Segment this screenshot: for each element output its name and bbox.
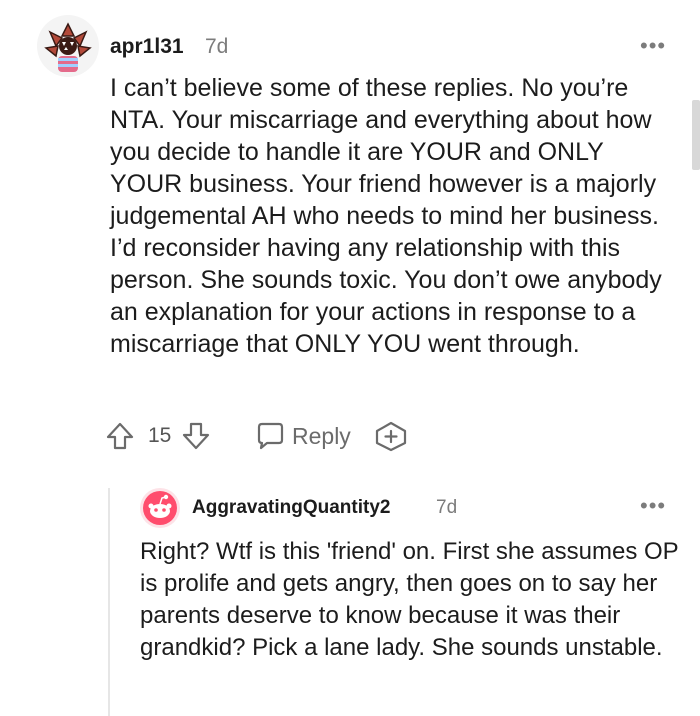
comment-body: I can’t believe some of these replies. N… [110,74,662,358]
award-button[interactable] [374,420,408,452]
comment-timestamp: 7d [205,35,229,58]
reply-author[interactable]: AggravatingQuantity2 [192,497,390,519]
vote-count: 15 [148,424,171,448]
upvote-arrow-icon [106,422,134,450]
reply-avatar[interactable] [140,488,180,528]
scrollbar[interactable] [692,100,700,170]
reply-bubble-icon [257,422,284,450]
thread-line[interactable] [108,488,110,716]
award-plus-icon [375,421,407,452]
avatar-snoo-icon [140,488,180,528]
vote-count-text: 15 [148,424,172,447]
avatar[interactable] [36,14,100,78]
reply-timestamp: 7d [436,497,458,518]
reply-label: Reply [292,422,351,449]
comment-thread: apr1l31 7d ••• I can’t believe some of t… [0,0,700,716]
avatar-demogorgon-icon [37,15,99,77]
comment-author[interactable]: apr1l31 [110,35,184,59]
upvote-button[interactable] [104,420,136,452]
reply-more-options-icon[interactable]: ••• [640,495,666,517]
reply-button[interactable]: Reply [254,420,351,452]
more-options-icon[interactable]: ••• [640,35,666,57]
reply-body: Right? Wtf is this 'friend' on. First sh… [140,538,679,661]
downvote-button[interactable] [180,420,212,452]
downvote-arrow-icon [182,422,210,450]
comment-actions: 15 Reply [104,418,524,454]
